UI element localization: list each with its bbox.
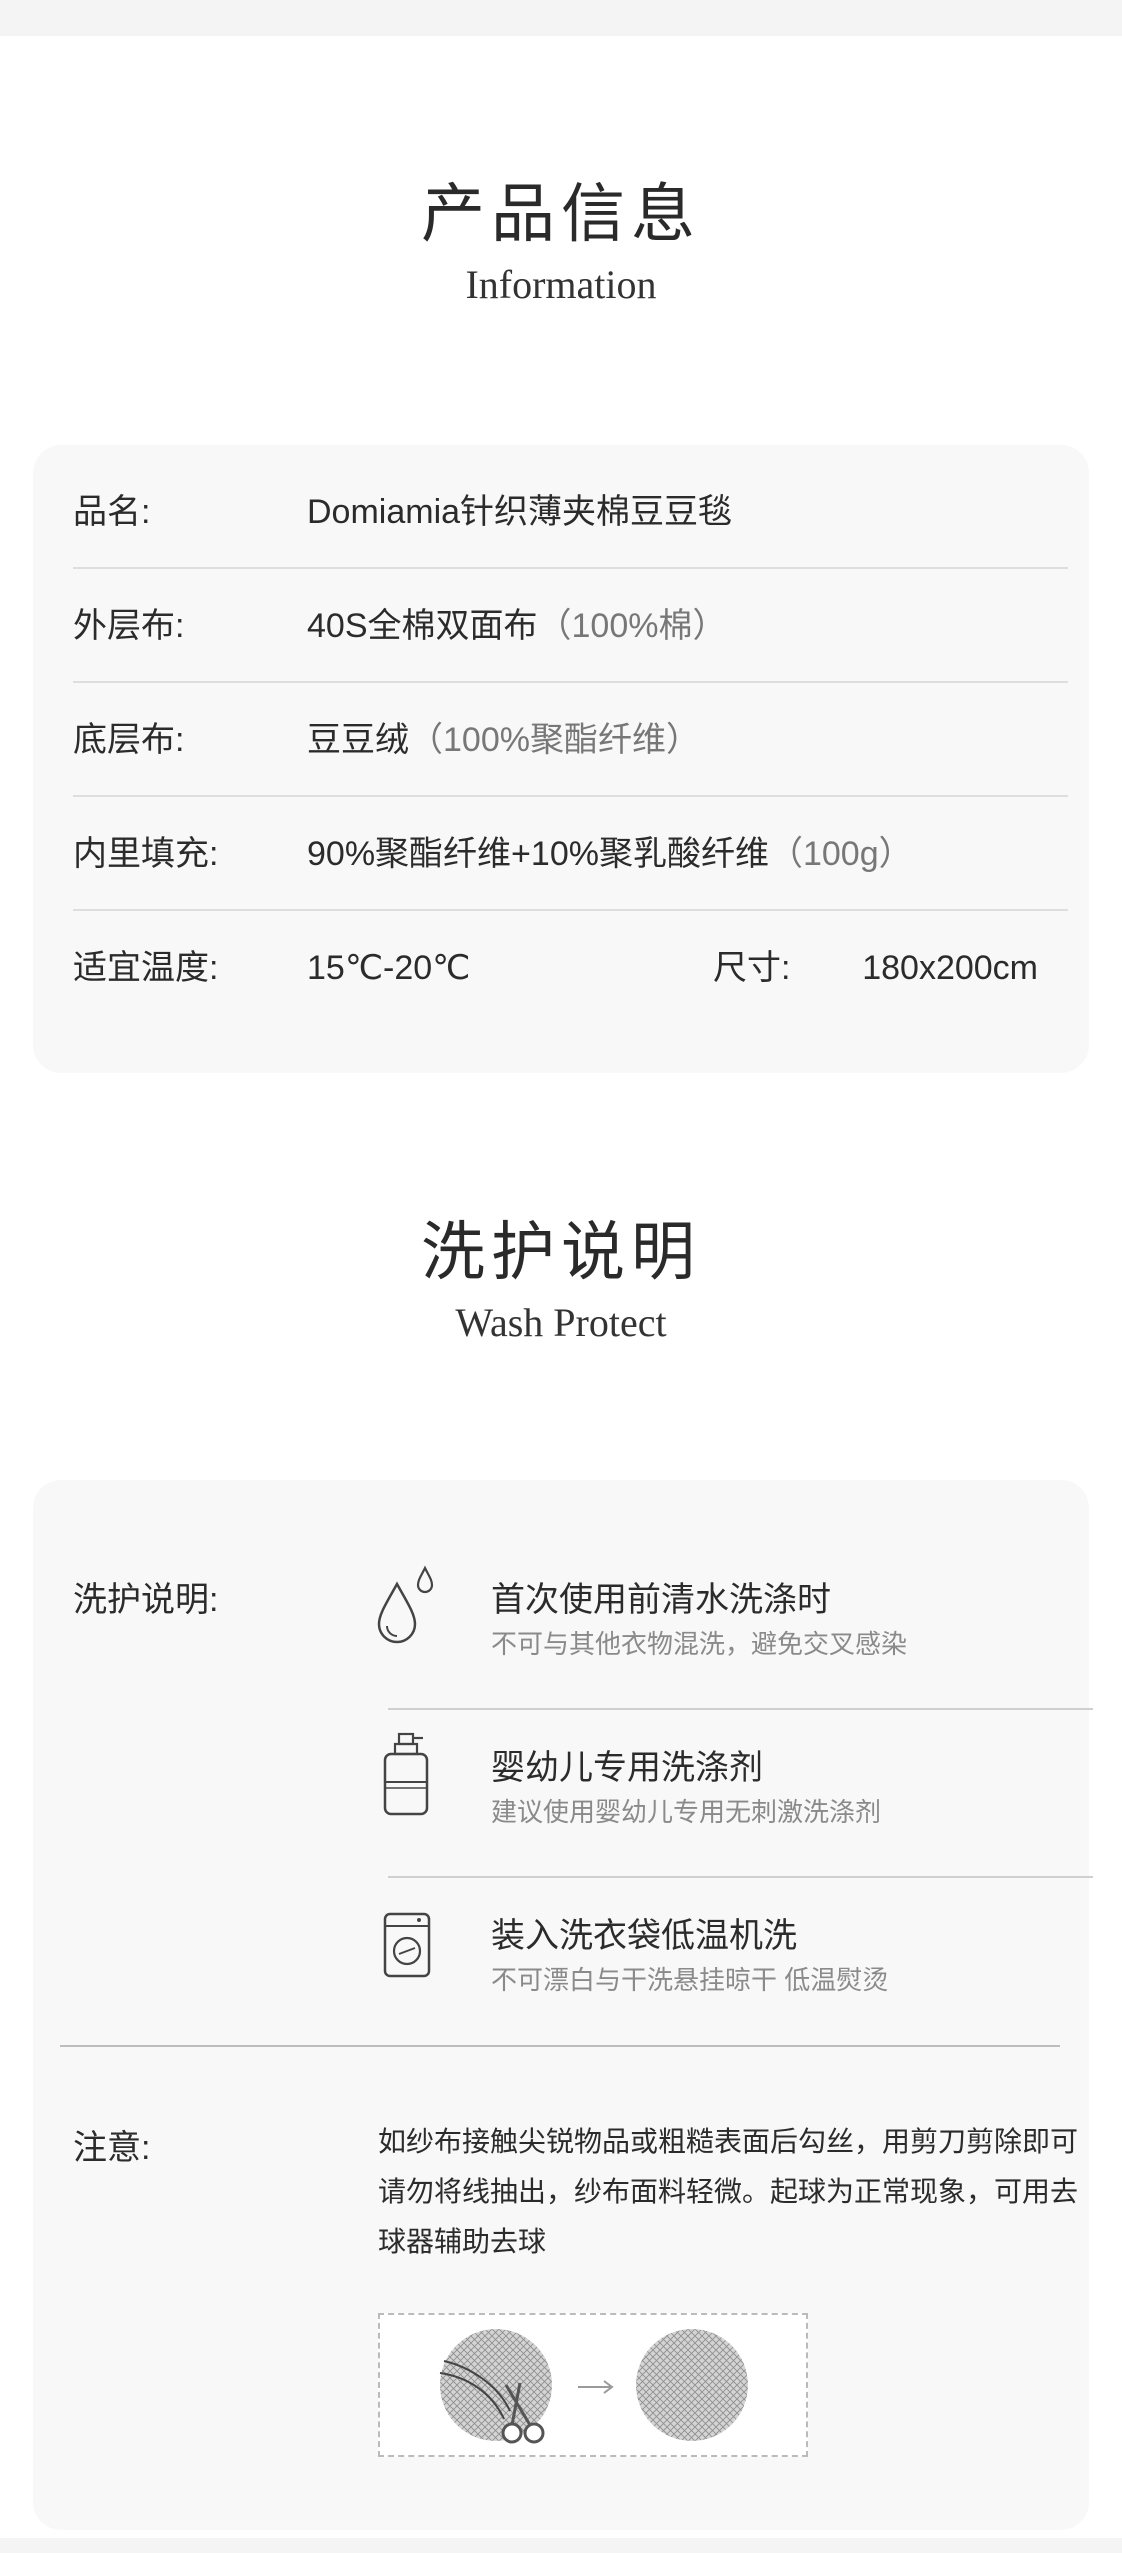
water-drops-icon [377, 1565, 434, 1644]
info-row-outer-fabric: 外层布: 40S全棉双面布（100%棉） [73, 569, 1068, 683]
fabric-after-circle [636, 2329, 748, 2441]
info-label: 底层布: [73, 721, 185, 759]
washing-machine-icon [383, 1912, 431, 1978]
size-value: 180x200cm [862, 949, 1038, 987]
wash-item-machine-wash: 装入洗衣袋低温机洗 不可漂白与干洗悬挂晾干 低温熨烫 [343, 1878, 1093, 2046]
top-strip [0, 0, 1122, 36]
size-label: 尺寸: [713, 949, 791, 987]
product-info-heading: 产品信息 Information [0, 175, 1122, 309]
product-info-card: 品名: Domiamia针织薄夹棉豆豆毯 外层布: 40S全棉双面布（100%棉… [33, 445, 1089, 1073]
wash-item-detergent: 婴幼儿专用洗涤剂 建议使用婴幼儿专用无刺激洗涤剂 [343, 1710, 1093, 1878]
pilling-removal-illustration [378, 2313, 808, 2457]
wash-protect-subtitle: Wash Protect [455, 1300, 667, 1345]
arrow-right-icon [578, 2380, 614, 2394]
bottom-strip [0, 2538, 1122, 2553]
wash-protect-title: 洗护说明 [421, 1216, 701, 1290]
notice-line: 如纱布接触尖锐物品或粗糙表面后勾丝，用剪刀剪除即可 [378, 2126, 1079, 2157]
info-label: 品名: [73, 493, 151, 531]
info-value: Domiamia针织薄夹棉豆豆毯 [307, 493, 733, 531]
info-row-name: 品名: Domiamia针织薄夹棉豆豆毯 [73, 455, 1068, 569]
wash-care-card: 洗护说明: 首次使用前清水洗涤时 不可与其他衣物混洗，避免交叉感染 婴幼儿专用洗… [33, 1480, 1093, 2530]
info-value: 豆豆绒（100%聚酯纤维） [307, 721, 700, 759]
info-label: 内里填充: [73, 835, 219, 873]
section-divider [60, 2045, 1060, 2047]
info-value: 90%聚酯纤维+10%聚乳酸纤维（100g） [307, 835, 913, 873]
wash-item-desc: 不可与其他衣物混洗，避免交叉感染 [491, 1629, 908, 1659]
wash-care-label: 洗护说明: [73, 1581, 219, 1619]
wash-protect-heading: 洗护说明 Wash Protect [0, 1213, 1122, 1347]
temperature-value: 15℃-20℃ [307, 949, 471, 987]
info-row-filling: 内里填充: 90%聚酯纤维+10%聚乳酸纤维（100g） [73, 797, 1068, 911]
wash-item-title: 装入洗衣袋低温机洗 [491, 1917, 797, 1955]
pilling-illustration-graphic [439, 2329, 748, 2444]
notice-label: 注意: [73, 2129, 151, 2167]
notice-line: 球器辅助去球 [378, 2226, 547, 2257]
wash-item-desc: 不可漂白与干洗悬挂晾干 低温熨烫 [491, 1965, 889, 1995]
info-row-bottom-fabric: 底层布: 豆豆绒（100%聚酯纤维） [73, 683, 1068, 797]
wash-item-first-wash: 首次使用前清水洗涤时 不可与其他衣物混洗，避免交叉感染 [343, 1542, 1093, 1710]
wash-item-title: 婴幼儿专用洗涤剂 [491, 1749, 763, 1787]
product-info-title: 产品信息 [421, 178, 701, 252]
notice-line: 请勿将线抽出，纱布面料轻微。起球为正常现象，可用去 [378, 2176, 1079, 2207]
temperature-label: 适宜温度: [73, 949, 219, 987]
wash-item-desc: 建议使用婴幼儿专用无刺激洗涤剂 [491, 1797, 882, 1827]
info-value: 40S全棉双面布（100%棉） [307, 607, 727, 645]
wash-item-title: 首次使用前清水洗涤时 [491, 1581, 831, 1619]
detergent-bottle-icon [383, 1732, 429, 1816]
notice-text: 如纱布接触尖锐物品或粗糙表面后勾丝，用剪刀剪除即可 请勿将线抽出，纱布面料轻微。… [378, 2117, 1078, 2267]
product-info-subtitle: Information [465, 262, 657, 307]
info-label: 外层布: [73, 607, 185, 645]
info-row-temperature-size: 适宜温度: 15℃-20℃ 尺寸: 180x200cm [73, 911, 1068, 1025]
